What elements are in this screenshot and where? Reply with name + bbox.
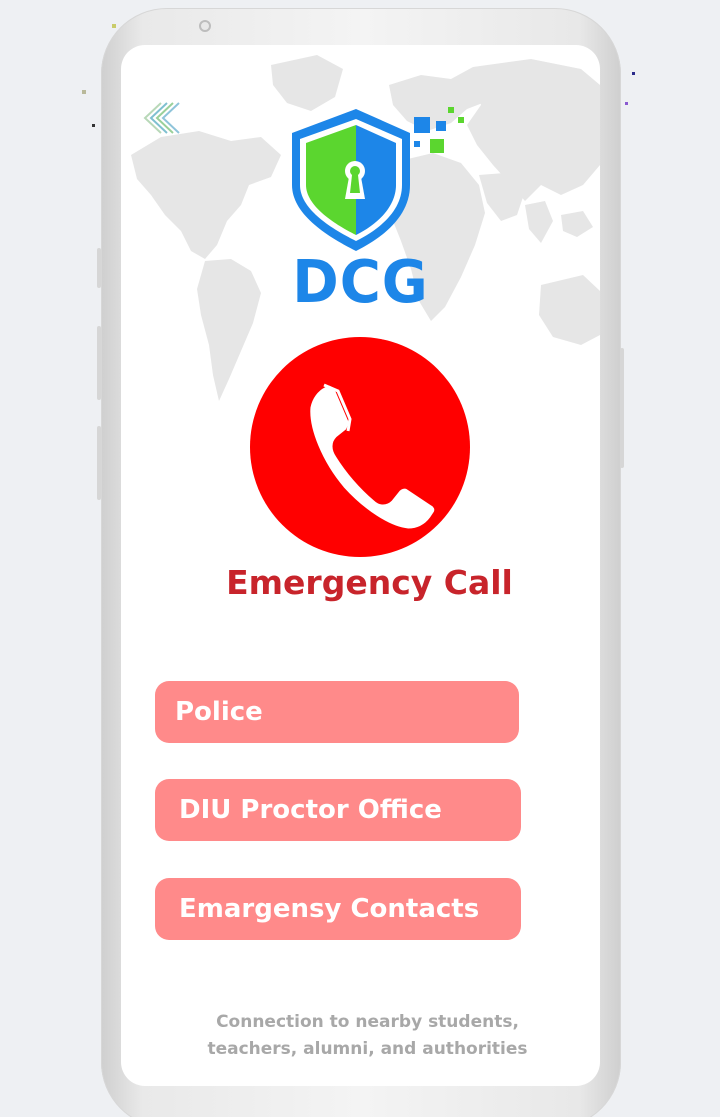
emergency-contacts-button[interactable]: Emargensy Contacts xyxy=(155,878,521,940)
police-button[interactable]: Police xyxy=(155,681,519,743)
app-screen: DCG Emergency Call Police DIU Proctor Of… xyxy=(121,45,600,1086)
emergency-call-button[interactable] xyxy=(250,337,470,557)
footer-line-1: Connection to nearby students, xyxy=(216,1012,519,1032)
double-chevron-left-icon xyxy=(143,102,180,134)
footer-note: Connection to nearby students, teachers,… xyxy=(121,1009,600,1063)
emergency-contacts-button-label: Emargensy Contacts xyxy=(179,894,480,924)
artifact-pixel xyxy=(632,72,635,75)
artifact-pixel xyxy=(112,24,116,28)
side-button xyxy=(97,326,101,400)
artifact-pixel xyxy=(625,102,628,105)
proctor-office-button-label: DIU Proctor Office xyxy=(179,795,442,825)
proctor-office-button[interactable]: DIU Proctor Office xyxy=(155,779,521,841)
side-button xyxy=(97,248,101,288)
shield-keyhole-icon xyxy=(292,99,464,251)
emergency-call-title: Emergency Call xyxy=(226,563,513,602)
side-button xyxy=(620,348,624,468)
front-camera xyxy=(199,20,211,32)
brand-name: DCG xyxy=(292,248,429,317)
device-mockup: DCG Emergency Call Police DIU Proctor Of… xyxy=(0,0,720,1117)
artifact-pixel xyxy=(82,90,86,94)
artifact-pixel xyxy=(92,124,95,127)
footer-line-2: teachers, alumni, and authorities xyxy=(207,1039,528,1059)
police-button-label: Police xyxy=(175,697,263,727)
side-button xyxy=(97,426,101,500)
back-button[interactable] xyxy=(139,101,181,135)
phone-handset-icon xyxy=(305,380,440,534)
